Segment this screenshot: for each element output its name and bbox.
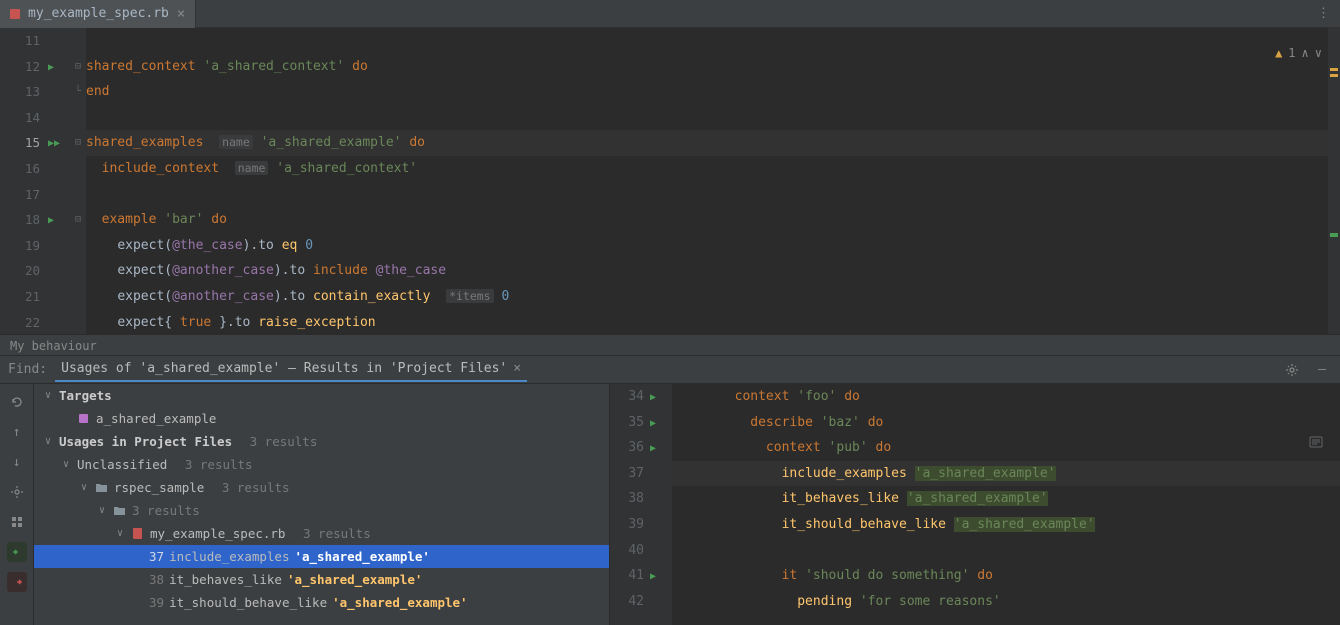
run-line-icon[interactable]: ▶ bbox=[48, 62, 54, 73]
find-tab-title: Usages of 'a_shared_example' — Results i… bbox=[61, 361, 507, 376]
fold-toggle-icon[interactable]: ⊟ bbox=[75, 137, 81, 148]
close-tab-icon[interactable]: × bbox=[175, 6, 187, 22]
tree-row[interactable]: 38 it_behaves_like 'a_shared_example' bbox=[34, 568, 609, 591]
find-results-tab[interactable]: Usages of 'a_shared_example' — Results i… bbox=[55, 357, 527, 382]
tab-filename: my_example_spec.rb bbox=[28, 6, 169, 21]
tree-row[interactable]: ∨Unclassified 3 results bbox=[34, 453, 609, 476]
rerun-icon[interactable] bbox=[7, 392, 27, 412]
tree-row[interactable]: ∨rspec_sample 3 results bbox=[34, 476, 609, 499]
usages-tree[interactable]: ∨Targetsa_shared_example∨Usages in Proje… bbox=[34, 384, 610, 625]
preview-line-gutter: 343536373839404142 bbox=[610, 384, 650, 625]
run-line-icon[interactable]: ▶▶ bbox=[48, 138, 60, 149]
tree-expand-icon[interactable]: ∨ bbox=[78, 482, 90, 493]
warning-count: 1 bbox=[1288, 46, 1295, 60]
find-panel-header: Find: Usages of 'a_shared_example' — Res… bbox=[0, 356, 1340, 384]
fold-end-icon: └ bbox=[75, 86, 81, 97]
tree-row[interactable]: ∨Usages in Project Files 3 results bbox=[34, 430, 609, 453]
find-toolbar: ↑ ↓ bbox=[0, 384, 34, 625]
nav-up-icon[interactable]: ∧ bbox=[1302, 46, 1309, 60]
tree-node-icon bbox=[95, 481, 109, 494]
next-occurrence-icon[interactable]: ↓ bbox=[7, 452, 27, 472]
preview-code-area[interactable]: context 'foo' do describe 'baz' do conte… bbox=[672, 384, 1340, 625]
ruby-file-icon bbox=[8, 7, 22, 21]
tree-expand-icon[interactable]: ∨ bbox=[96, 505, 108, 516]
tree-row[interactable]: a_shared_example bbox=[34, 407, 609, 430]
nav-down-icon[interactable]: ∨ bbox=[1315, 46, 1322, 60]
tree-node-icon bbox=[77, 412, 91, 425]
editor-tab-bar: my_example_spec.rb × ⋮ bbox=[0, 0, 1340, 28]
error-stripe[interactable] bbox=[1328, 28, 1340, 334]
tree-expand-icon[interactable]: ∨ bbox=[42, 390, 54, 401]
code-area[interactable]: shared_context 'a_shared_context' doends… bbox=[86, 28, 1340, 334]
tree-expand-icon[interactable]: ∨ bbox=[114, 528, 126, 539]
tool-settings-icon[interactable] bbox=[7, 482, 27, 502]
export-icon[interactable] bbox=[7, 542, 27, 562]
editor-tab[interactable]: my_example_spec.rb × bbox=[0, 0, 196, 28]
find-panel-body: ↑ ↓ ∨Targetsa_shared_example∨Usages in P… bbox=[0, 384, 1340, 625]
tree-expand-icon[interactable]: ∨ bbox=[42, 436, 54, 447]
usage-preview-editor[interactable]: 343536373839404142 ▶ ▶ ▶ ▶ context 'foo' do… bbox=[610, 384, 1340, 625]
tree-row[interactable]: ∨my_example_spec.rb 3 results bbox=[34, 522, 609, 545]
close-find-tab-icon[interactable]: × bbox=[513, 361, 521, 376]
tree-row[interactable]: ∨3 results bbox=[34, 499, 609, 522]
inspections-widget[interactable]: ▲ 1 ∧ ∨ bbox=[1275, 46, 1322, 60]
run-line-icon[interactable]: ▶ bbox=[650, 571, 656, 582]
breadcrumb-bar[interactable]: My behaviour bbox=[0, 334, 1340, 356]
breadcrumb-item[interactable]: My behaviour bbox=[10, 339, 97, 353]
fold-gutter: ⊟ └ ⊟ ⊟ bbox=[70, 28, 86, 334]
tab-overflow-icon[interactable]: ⋮ bbox=[1307, 6, 1340, 21]
line-number-gutter: 111213141516171819202122 bbox=[0, 28, 48, 334]
tree-node-icon bbox=[131, 527, 145, 540]
fold-toggle-icon[interactable]: ⊟ bbox=[75, 61, 81, 72]
run-line-icon[interactable]: ▶ bbox=[650, 392, 656, 403]
run-gutter: ▶▶▶▶ bbox=[48, 28, 70, 334]
tree-expand-icon[interactable]: ∨ bbox=[60, 459, 72, 470]
stop-icon[interactable] bbox=[7, 572, 27, 592]
main-editor[interactable]: 111213141516171819202122 ▶▶▶▶ ⊟└⊟⊟ share… bbox=[0, 28, 1340, 334]
group-by-icon[interactable] bbox=[7, 512, 27, 532]
tree-row[interactable]: 39 it_should_behave_like 'a_shared_examp… bbox=[34, 591, 609, 614]
tree-node-icon bbox=[113, 504, 127, 517]
tree-row[interactable]: ∨Targets bbox=[34, 384, 609, 407]
warning-icon: ▲ bbox=[1275, 46, 1282, 60]
settings-icon[interactable] bbox=[1282, 360, 1302, 380]
reader-mode-icon[interactable] bbox=[1308, 434, 1324, 454]
run-line-icon[interactable]: ▶ bbox=[48, 215, 54, 226]
run-line-icon[interactable]: ▶ bbox=[650, 443, 656, 454]
hide-panel-icon[interactable]: — bbox=[1312, 360, 1332, 380]
find-label: Find: bbox=[8, 362, 47, 377]
fold-toggle-icon[interactable]: ⊟ bbox=[75, 214, 81, 225]
tree-row[interactable]: 37 include_examples 'a_shared_example' bbox=[34, 545, 609, 568]
preview-run-gutter: ▶ ▶ ▶ ▶ bbox=[650, 384, 672, 625]
prev-occurrence-icon[interactable]: ↑ bbox=[7, 422, 27, 442]
run-line-icon[interactable]: ▶ bbox=[650, 418, 656, 429]
